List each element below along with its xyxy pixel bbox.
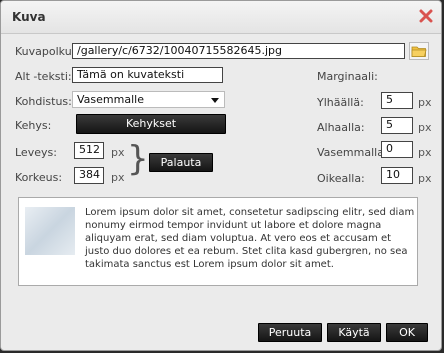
- browse-button[interactable]: [409, 42, 429, 60]
- preview-image: [25, 207, 75, 255]
- margins-heading: Marginaali:: [317, 70, 378, 83]
- margin-right-unit: px: [418, 172, 432, 185]
- cancel-button[interactable]: Peruuta: [258, 323, 322, 342]
- align-selected-value: Vasemmalle: [77, 93, 144, 106]
- dialog-titlebar[interactable]: Kuva: [1, 1, 441, 34]
- width-unit: px: [111, 146, 125, 159]
- brace-icon: }: [127, 139, 149, 179]
- margin-bottom-label: Alhaalla:: [317, 121, 365, 134]
- margin-top-input[interactable]: 5: [381, 92, 413, 109]
- width-label: Leveys:: [15, 146, 57, 159]
- image-dialog: Kuva Kuvapolku: /gallery/c/6732/10040715…: [0, 0, 442, 351]
- alt-input[interactable]: Tämä on kuvateksti: [72, 67, 223, 83]
- frame-button[interactable]: Kehykset: [76, 114, 226, 134]
- dialog-title: Kuva: [12, 10, 46, 24]
- preview-box: Lorem ipsum dolor sit amet, consetetur s…: [18, 197, 418, 286]
- close-icon[interactable]: [419, 9, 433, 23]
- reset-button[interactable]: Palauta: [149, 153, 213, 172]
- height-input[interactable]: 384: [74, 167, 104, 184]
- margin-top-label: Ylhäällä:: [317, 96, 364, 109]
- path-label: Kuvapolku:: [15, 45, 76, 58]
- path-input[interactable]: /gallery/c/6732/10040715582645.jpg: [72, 43, 405, 59]
- margin-right-input[interactable]: 10: [381, 167, 413, 184]
- height-label: Korkeus:: [15, 171, 63, 184]
- height-unit: px: [111, 171, 125, 184]
- margin-left-unit: px: [418, 146, 432, 159]
- margin-left-input[interactable]: 0: [381, 141, 413, 158]
- margin-top-unit: px: [418, 96, 432, 109]
- margin-bottom-input[interactable]: 5: [381, 117, 413, 134]
- align-select[interactable]: Vasemmalle: [72, 91, 225, 108]
- alt-label: Alt -teksti:: [15, 70, 72, 83]
- ok-button[interactable]: OK: [386, 323, 428, 342]
- folder-icon: [411, 46, 427, 57]
- align-label: Kohdistus:: [15, 95, 72, 108]
- chevron-down-icon: [211, 98, 219, 103]
- margin-right-label: Oikealla:: [317, 172, 365, 185]
- margin-bottom-unit: px: [418, 121, 432, 134]
- width-input[interactable]: 512: [74, 142, 104, 159]
- preview-text: Lorem ipsum dolor sit amet, consetetur s…: [85, 207, 415, 270]
- margin-left-label: Vasemmalla:: [317, 146, 388, 159]
- apply-button[interactable]: Käytä: [327, 323, 381, 342]
- frame-label: Kehys:: [15, 119, 52, 132]
